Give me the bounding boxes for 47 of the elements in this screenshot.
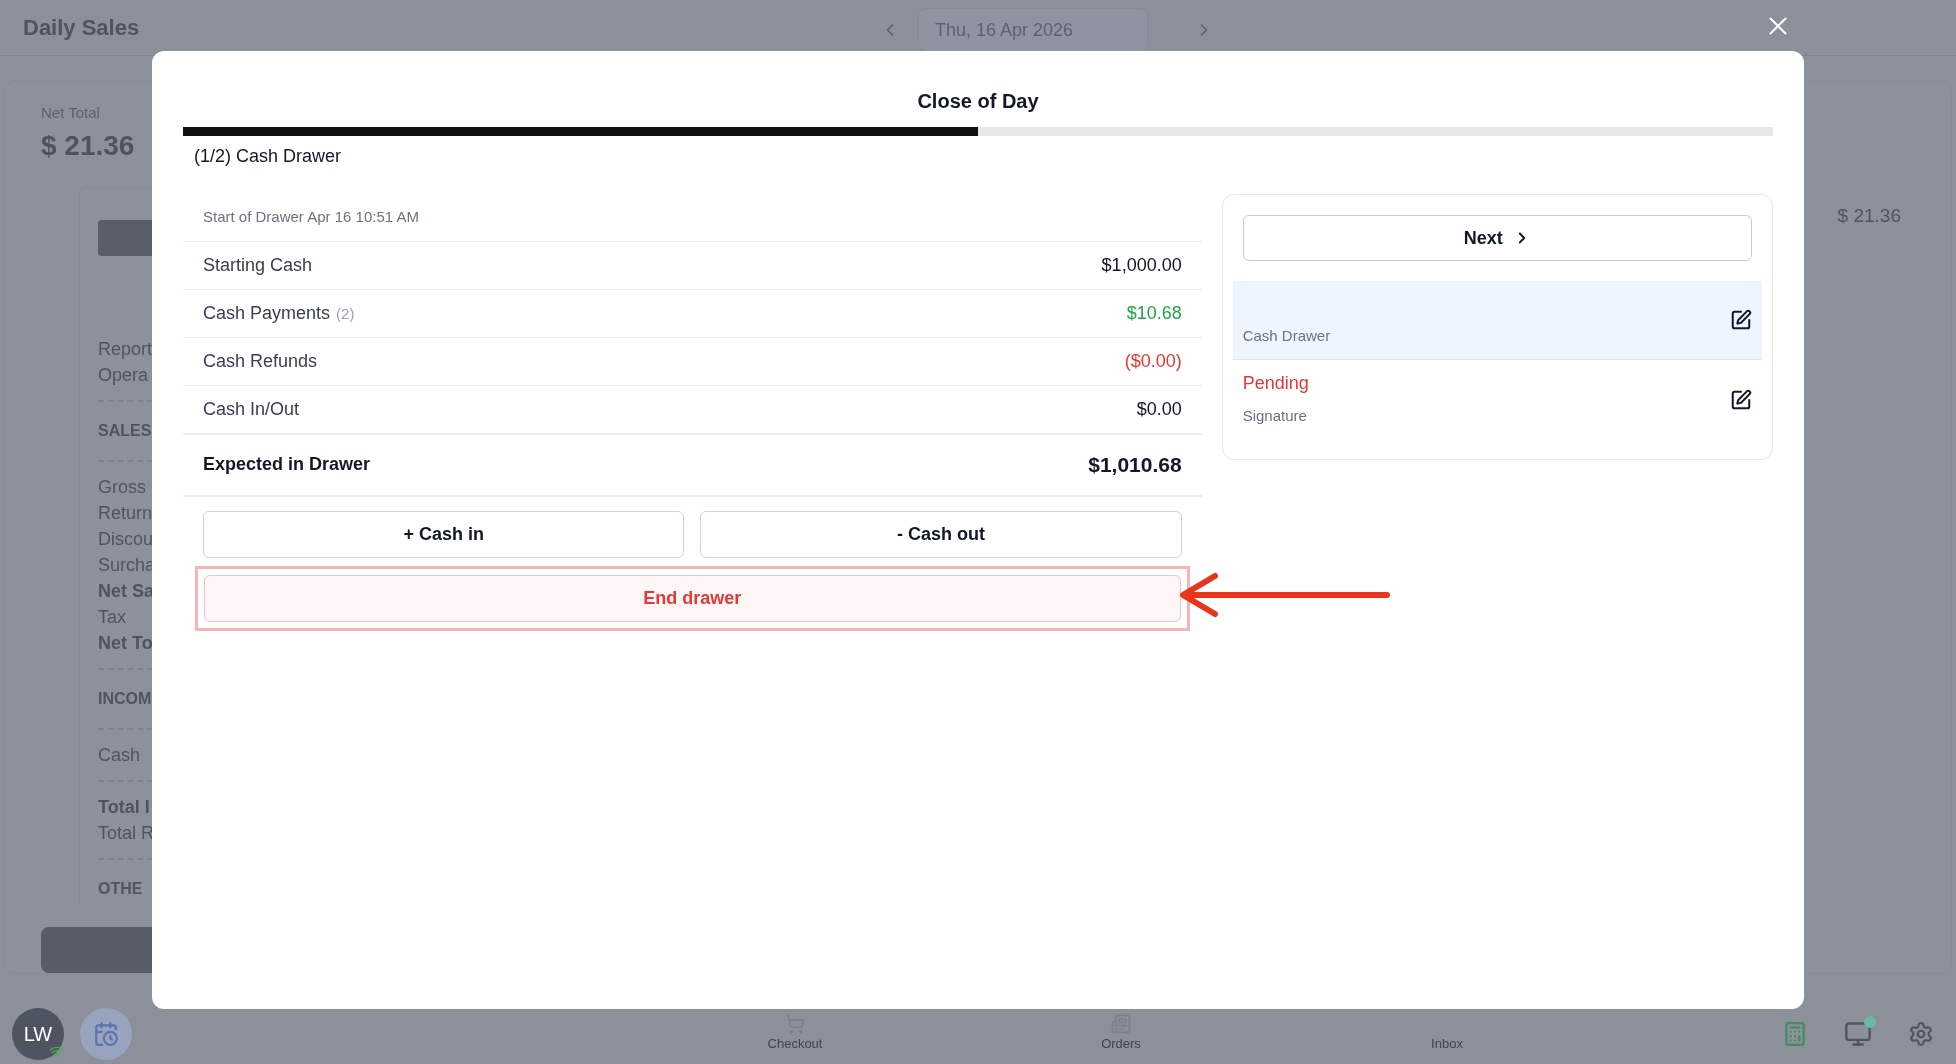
step-name: Signature [1242,405,1308,426]
report-line: Net To [98,631,153,655]
step-item[interactable]: Cash Drawer [1232,281,1762,360]
report-line: Total R [98,821,155,845]
calendar-clock-icon [93,1020,119,1047]
drawer-start-text: Start of Drawer Apr 16 10:51 AM [202,207,420,227]
expected-label: Expected in Drawer [203,453,371,476]
edit-icon[interactable] [1730,388,1752,411]
cash-register-icon[interactable] [1782,1020,1808,1047]
total-amount: $ 21.36 [1837,204,1901,229]
report-line: Opera [98,363,149,387]
report-line: Gross [98,475,146,499]
report-line: Tax [98,605,126,629]
modal-title: Close of Day [917,89,1039,114]
report-line: Cash [98,743,141,767]
report-heading: INCOM [98,688,152,709]
user-avatar[interactable]: LW [12,1007,64,1060]
cash-action-button[interactable]: - Cash out [700,510,1182,558]
row-label: Cash Refunds [203,349,318,373]
row-label: Cash In/Out [203,397,300,421]
page-title: Daily Sales [23,14,140,43]
end-drawer-button[interactable]: End drawer [204,574,1181,622]
report-line: Report [98,337,153,361]
row-amount: $0.00 [1136,397,1182,421]
step-status: Pending [1242,371,1309,395]
schedule-button[interactable] [80,1007,132,1060]
row-label: Starting Cash [203,253,313,277]
row-amount: $1,000.00 [1101,253,1182,277]
row-label: Cash Payments (2) [203,301,355,325]
report-heading: SALES [98,420,152,441]
row-amount: ($0.00) [1124,349,1182,373]
expected-amount: $1,010.68 [1088,451,1182,478]
nav-tab[interactable]: Inbox [1284,1034,1610,1054]
step-name: Cash Drawer [1242,325,1331,346]
net-total-value: $ 21.36 [41,128,135,163]
nav-tab[interactable]: Checkout [632,1014,958,1054]
cash-action-button[interactable]: + Cash in [203,510,685,558]
edit-icon[interactable] [1730,309,1752,331]
step-label: (1/2) Cash Drawer [194,145,343,168]
settings-icon[interactable] [1908,1020,1934,1047]
row-amount: $10.68 [1126,301,1182,325]
report-line: Total I [98,795,150,819]
report-heading: OTHE [98,878,143,899]
nav-tab[interactable]: Orders [958,1014,1284,1054]
report-line: Discou [98,527,154,551]
report-line: Return [98,501,153,525]
next-button[interactable]: Next [1242,215,1752,261]
